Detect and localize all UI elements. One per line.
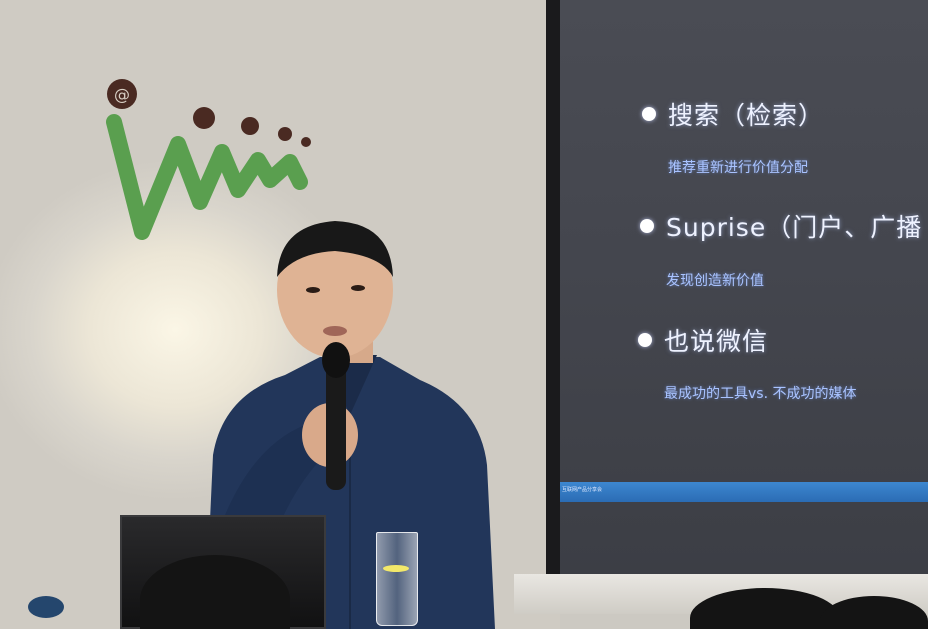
- computer-mouse: [28, 596, 64, 618]
- slide-bullet-title: 也说微信: [664, 327, 769, 356]
- slide-bullet-sub: 推荐重新进行价值分配: [668, 160, 808, 176]
- logo-dot-3: [278, 127, 292, 141]
- slide-footer-text: 互联网产品分享会: [562, 487, 603, 493]
- speaker-eye-right: [351, 285, 365, 291]
- logo-dot-4: [301, 137, 311, 147]
- slide-bullet-3: 也说微信: [638, 322, 768, 358]
- speaker-mouth: [323, 326, 347, 336]
- logo-dot-1: [193, 107, 215, 129]
- slide-bullet-title: 搜索（检索）: [668, 101, 825, 130]
- water-glass: [376, 532, 418, 626]
- slide-bullet-title: Suprise（门户、广播: [666, 213, 923, 242]
- bullet-dot-icon: [642, 107, 656, 121]
- slide-bullet-1: 搜索（检索）: [642, 96, 824, 132]
- slide-bullet-sub: 最成功的工具vs. 不成功的媒体: [664, 386, 857, 402]
- photo-scene: @ 搜索（检索） 推荐重新进行价值分配 Suprise（门户、广播 发现创造新价…: [0, 0, 928, 629]
- projection-screen: 搜索（检索） 推荐重新进行价值分配 Suprise（门户、广播 发现创造新价值 …: [560, 0, 928, 575]
- bullet-dot-icon: [638, 333, 652, 347]
- speaker-eye-left: [306, 287, 320, 293]
- logo-at-mark: @: [114, 85, 130, 104]
- microphone-head: [322, 342, 350, 378]
- bullet-dot-icon: [640, 219, 654, 233]
- lemon-slice: [383, 565, 409, 572]
- slide-bullet-2: Suprise（门户、广播: [640, 208, 922, 244]
- slide-bullet-sub: 发现创造新价值: [666, 273, 764, 289]
- slide-footer-bar: 互联网产品分享会: [560, 482, 928, 502]
- logo-dot-2: [241, 117, 259, 135]
